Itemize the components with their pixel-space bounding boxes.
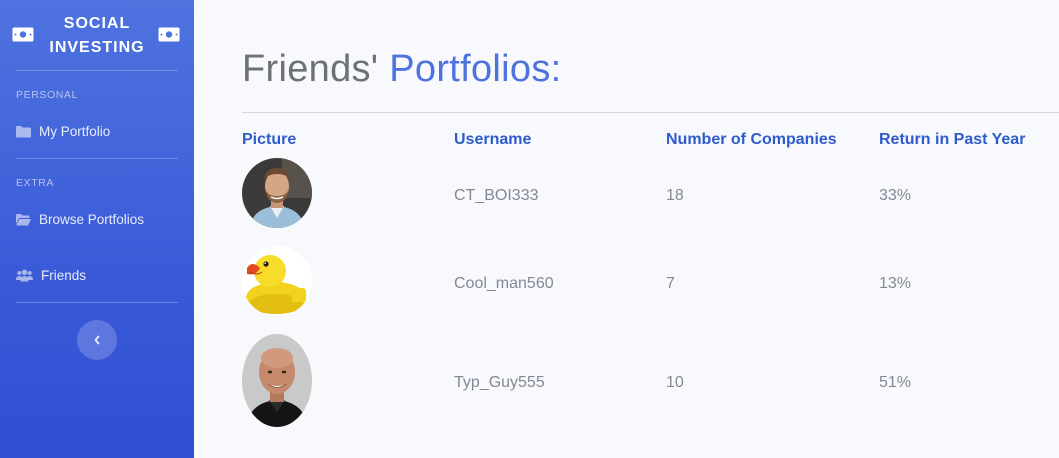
bearded-man-avatar xyxy=(242,158,312,228)
sidebar-item-my-portfolio[interactable]: My Portfolio xyxy=(16,119,178,143)
column-header-username: Username xyxy=(454,131,532,148)
sidebar-item-browse-portfolios[interactable]: Browse Portfolios xyxy=(16,207,178,231)
companies-cell: 18 xyxy=(666,187,684,204)
return-cell: 33% xyxy=(879,187,912,204)
users-icon xyxy=(16,269,33,281)
bald-man-avatar xyxy=(242,334,312,427)
sidebar-item-friends[interactable]: Friends xyxy=(16,263,178,287)
avatar[interactable] xyxy=(242,334,312,427)
page-title-plain: Friends' xyxy=(242,48,379,90)
companies-cell: 7 xyxy=(666,275,675,292)
username-cell: CT_BOI333 xyxy=(454,187,539,204)
folder-open-icon xyxy=(16,213,31,225)
sidebar-heading-personal: PERSONAL xyxy=(16,89,78,101)
companies-cell: 10 xyxy=(666,374,684,391)
sidebar: SOCIAL INVESTING PERSONAL My Portfolio E… xyxy=(0,0,194,458)
brand[interactable]: SOCIAL INVESTING xyxy=(0,0,194,70)
sidebar-heading-extra: EXTRA xyxy=(16,177,55,189)
username-cell: Cool_man560 xyxy=(454,275,554,292)
title-divider xyxy=(242,112,1059,113)
column-header-return: Return in Past Year xyxy=(879,131,1026,148)
return-cell: 13% xyxy=(879,275,912,292)
brand-title: SOCIAL INVESTING xyxy=(49,15,145,56)
avatar[interactable] xyxy=(242,158,312,228)
sidebar-item-label: Friends xyxy=(41,267,87,283)
page-title-accent: Portfolios: xyxy=(389,48,562,90)
folder-icon xyxy=(16,125,31,137)
page-title: Friends' Portfolios: xyxy=(242,48,562,91)
money-bill-icon xyxy=(12,27,34,42)
rubber-duck-avatar xyxy=(242,246,312,316)
sidebar-toggle-button[interactable] xyxy=(77,320,117,360)
chevron-left-icon xyxy=(94,335,100,345)
money-bill-icon xyxy=(158,27,180,42)
sidebar-item-label: My Portfolio xyxy=(39,123,111,139)
column-header-companies: Number of Companies xyxy=(666,131,837,148)
avatar[interactable] xyxy=(242,246,312,316)
username-cell: Typ_Guy555 xyxy=(454,374,545,391)
return-cell: 51% xyxy=(879,374,912,391)
column-header-picture: Picture xyxy=(242,131,297,148)
sidebar-item-label: Browse Portfolios xyxy=(39,211,145,227)
sidebar-divider xyxy=(16,302,178,303)
sidebar-divider xyxy=(16,70,178,71)
sidebar-divider xyxy=(16,158,178,159)
